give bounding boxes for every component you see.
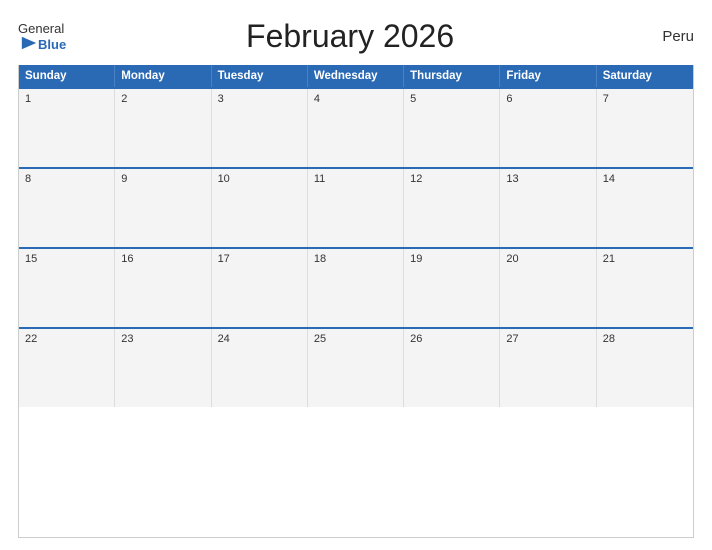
day-5: 5 [404, 89, 500, 167]
day-27: 27 [500, 329, 596, 407]
calendar-page: General Blue February 2026 Peru Sunday M… [0, 0, 712, 550]
logo-flag-icon [20, 34, 38, 52]
day-headers-row: Sunday Monday Tuesday Wednesday Thursday… [19, 65, 693, 87]
week-row-3: 15 16 17 18 19 20 21 [19, 247, 693, 327]
header-friday: Friday [500, 65, 596, 87]
logo-blue: Blue [38, 37, 66, 52]
day-28: 28 [597, 329, 693, 407]
day-10: 10 [212, 169, 308, 247]
day-3: 3 [212, 89, 308, 167]
calendar-grid: Sunday Monday Tuesday Wednesday Thursday… [18, 65, 694, 538]
week-row-4: 22 23 24 25 26 27 28 [19, 327, 693, 407]
day-13: 13 [500, 169, 596, 247]
day-4: 4 [308, 89, 404, 167]
day-12: 12 [404, 169, 500, 247]
day-19: 19 [404, 249, 500, 327]
header-wednesday: Wednesday [308, 65, 404, 87]
header-tuesday: Tuesday [212, 65, 308, 87]
day-16: 16 [115, 249, 211, 327]
day-25: 25 [308, 329, 404, 407]
header-thursday: Thursday [404, 65, 500, 87]
day-11: 11 [308, 169, 404, 247]
country-label: Peru [634, 28, 694, 45]
day-22: 22 [19, 329, 115, 407]
day-15: 15 [19, 249, 115, 327]
day-14: 14 [597, 169, 693, 247]
header: General Blue February 2026 Peru [18, 18, 694, 55]
header-monday: Monday [115, 65, 211, 87]
header-saturday: Saturday [597, 65, 693, 87]
day-21: 21 [597, 249, 693, 327]
day-9: 9 [115, 169, 211, 247]
day-7: 7 [597, 89, 693, 167]
day-20: 20 [500, 249, 596, 327]
day-2: 2 [115, 89, 211, 167]
day-6: 6 [500, 89, 596, 167]
day-26: 26 [404, 329, 500, 407]
logo: General Blue [18, 21, 66, 52]
day-18: 18 [308, 249, 404, 327]
day-8: 8 [19, 169, 115, 247]
weeks-container: 1 2 3 4 5 6 7 8 9 10 11 12 13 14 15 16 [19, 87, 693, 407]
day-1: 1 [19, 89, 115, 167]
week-row-2: 8 9 10 11 12 13 14 [19, 167, 693, 247]
week-row-1: 1 2 3 4 5 6 7 [19, 87, 693, 167]
calendar-title: February 2026 [66, 18, 634, 55]
header-sunday: Sunday [19, 65, 115, 87]
day-23: 23 [115, 329, 211, 407]
day-24: 24 [212, 329, 308, 407]
day-17: 17 [212, 249, 308, 327]
